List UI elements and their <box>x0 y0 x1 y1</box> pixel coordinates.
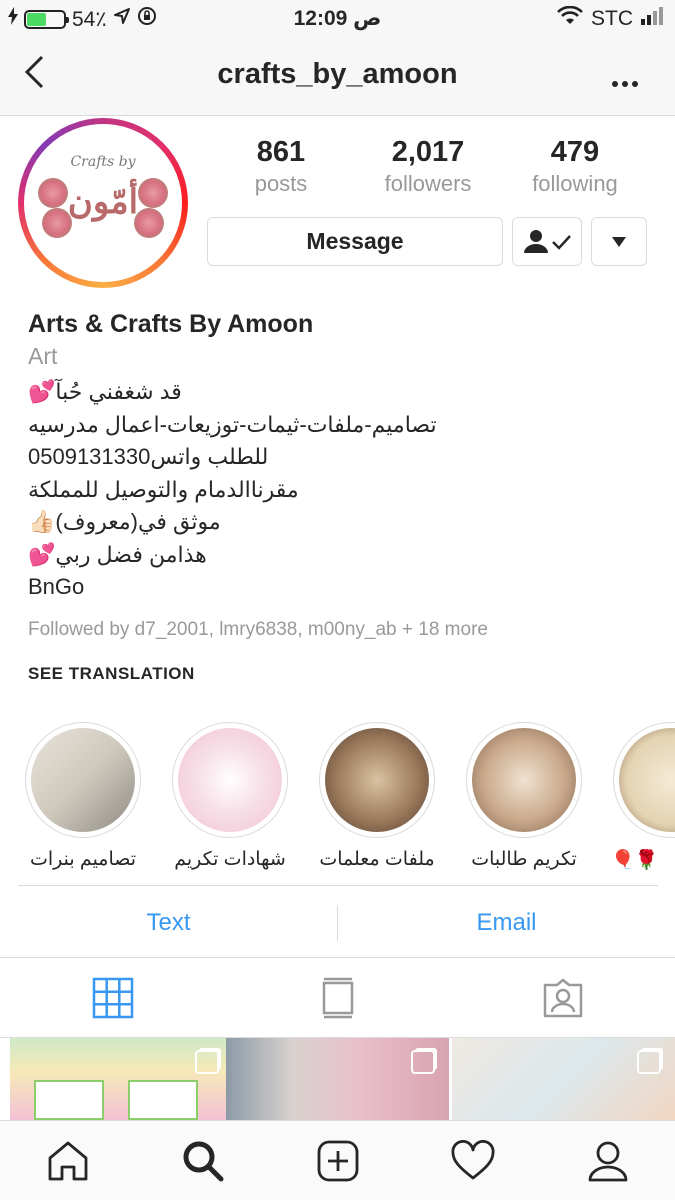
more-options-button[interactable] <box>611 62 639 96</box>
bio-section: Arts & Crafts By Amoon Art قد شغفني حُبآ… <box>28 310 648 604</box>
carousel-icon <box>411 1050 435 1074</box>
profile-tabs <box>0 958 675 1038</box>
message-button[interactable]: Message <box>207 217 503 266</box>
stat-value: 2,017 <box>391 136 465 168</box>
bio-line: للطلب واتس0509131330 <box>28 444 269 469</box>
following-button[interactable] <box>512 217 582 266</box>
stat-value: 861 <box>256 136 306 168</box>
highlight-ring <box>319 722 435 838</box>
tagged-person-icon <box>543 978 582 1017</box>
home-icon <box>48 1141 87 1180</box>
highlight-thumbnail <box>178 728 282 832</box>
tab-feed[interactable] <box>225 958 450 1037</box>
avatar[interactable]: Crafts by أمّون <box>24 124 182 282</box>
highlight-ring <box>172 722 288 838</box>
highlight-label: ملفات معلمات <box>319 849 435 870</box>
search-tab[interactable] <box>135 1121 270 1200</box>
tab-grid[interactable] <box>0 958 225 1037</box>
post-thumbnail[interactable] <box>226 1038 449 1120</box>
stat-posts[interactable]: 861 posts <box>208 136 354 197</box>
tab-tagged[interactable] <box>450 958 675 1037</box>
signal-icon <box>641 7 663 31</box>
highlight-item[interactable]: 🌹🎈 <box>611 722 675 872</box>
highlight-label: 🌹🎈 <box>611 850 659 871</box>
divider <box>18 885 658 886</box>
highlight-item[interactable]: ملفات معلمات <box>317 722 437 871</box>
highlight-item[interactable]: شهادات تكريم <box>170 722 290 871</box>
bio-line: تصاميم-ملفات-ثيمات-توزيعات-اعمال مدرسيه <box>28 411 437 437</box>
highlight-label: تكريم طالبات <box>471 849 577 870</box>
stat-label: following <box>532 171 618 196</box>
activity-tab[interactable] <box>405 1121 540 1200</box>
bottom-tab-bar <box>0 1120 675 1200</box>
contact-bar: Text Email <box>0 888 675 958</box>
category: Art <box>28 343 58 369</box>
profile-username: crafts_by_amoon <box>217 58 458 90</box>
posts-grid <box>0 1038 675 1120</box>
post-thumbnail[interactable] <box>452 1038 675 1120</box>
story-highlights: تصاميم بنرات شهادات تكريم ملفات معلمات ت… <box>0 722 675 882</box>
stat-following[interactable]: 479 following <box>502 136 648 197</box>
text-button[interactable]: Text <box>0 888 337 957</box>
highlight-label: شهادات تكريم <box>174 849 286 870</box>
heart-icon <box>451 1139 494 1179</box>
avatar-logo-top: Crafts by <box>70 154 136 170</box>
carrier: STC <box>591 7 633 30</box>
grid-icon <box>92 977 133 1018</box>
carousel-icon <box>637 1050 661 1074</box>
feed-list-icon <box>322 977 353 1018</box>
followed-by-text[interactable]: Followed by d7_2001, lmry6838, m00ny_ab … <box>28 619 488 641</box>
bio-line: موثق في(معروف)👍🏻 <box>28 509 221 534</box>
full-name: Arts & Crafts By Amoon <box>28 310 314 338</box>
highlight-thumbnail <box>325 728 429 832</box>
bio-line: BnGo <box>28 574 85 599</box>
person-check-icon <box>524 229 571 253</box>
stat-followers[interactable]: 2,017 followers <box>355 136 501 197</box>
highlight-thumbnail <box>619 728 675 832</box>
highlight-ring <box>613 722 675 838</box>
bio-line: هذامن فضل ربي💕 <box>28 541 207 567</box>
carousel-icon <box>195 1050 219 1074</box>
profile-icon <box>588 1141 627 1181</box>
highlight-label: تصاميم بنرات <box>29 849 137 870</box>
status-bar: 54٪ 12:09 ص STC <box>0 0 675 40</box>
bio-line: قد شغفني حُبآ💕 <box>28 379 182 404</box>
see-translation-link[interactable]: SEE TRANSLATION <box>28 664 195 684</box>
bio-line: مقرناالدمام والتوصيل للمملكة <box>28 476 299 502</box>
new-post-tab[interactable] <box>270 1121 405 1200</box>
profile-stats: 861 posts 2,017 followers 479 following <box>208 136 648 197</box>
highlight-thumbnail <box>31 728 135 832</box>
stat-value: 479 <box>550 136 600 168</box>
ellipsis-icon <box>612 81 638 87</box>
highlight-ring <box>25 722 141 838</box>
highlight-thumbnail <box>472 728 576 832</box>
stat-label: followers <box>384 171 472 196</box>
profile-tab[interactable] <box>540 1121 675 1200</box>
highlight-ring <box>466 722 582 838</box>
navigation-bar: crafts_by_amoon <box>0 40 675 116</box>
highlight-item[interactable]: تكريم طالبات <box>464 722 584 871</box>
avatar-logo-name: أمّون <box>67 182 139 222</box>
story-ring[interactable]: Crafts by أمّون <box>18 118 188 288</box>
post-thumbnail[interactable] <box>10 1038 233 1120</box>
email-button[interactable]: Email <box>338 888 675 957</box>
stat-label: posts <box>254 171 308 196</box>
wifi-icon <box>557 5 583 32</box>
caret-down-icon <box>612 236 626 247</box>
home-tab[interactable] <box>0 1121 135 1200</box>
search-icon <box>183 1141 223 1181</box>
highlight-item[interactable]: تصاميم بنرات <box>23 722 143 871</box>
suggestions-dropdown-button[interactable] <box>591 217 647 266</box>
add-post-icon <box>317 1140 358 1181</box>
